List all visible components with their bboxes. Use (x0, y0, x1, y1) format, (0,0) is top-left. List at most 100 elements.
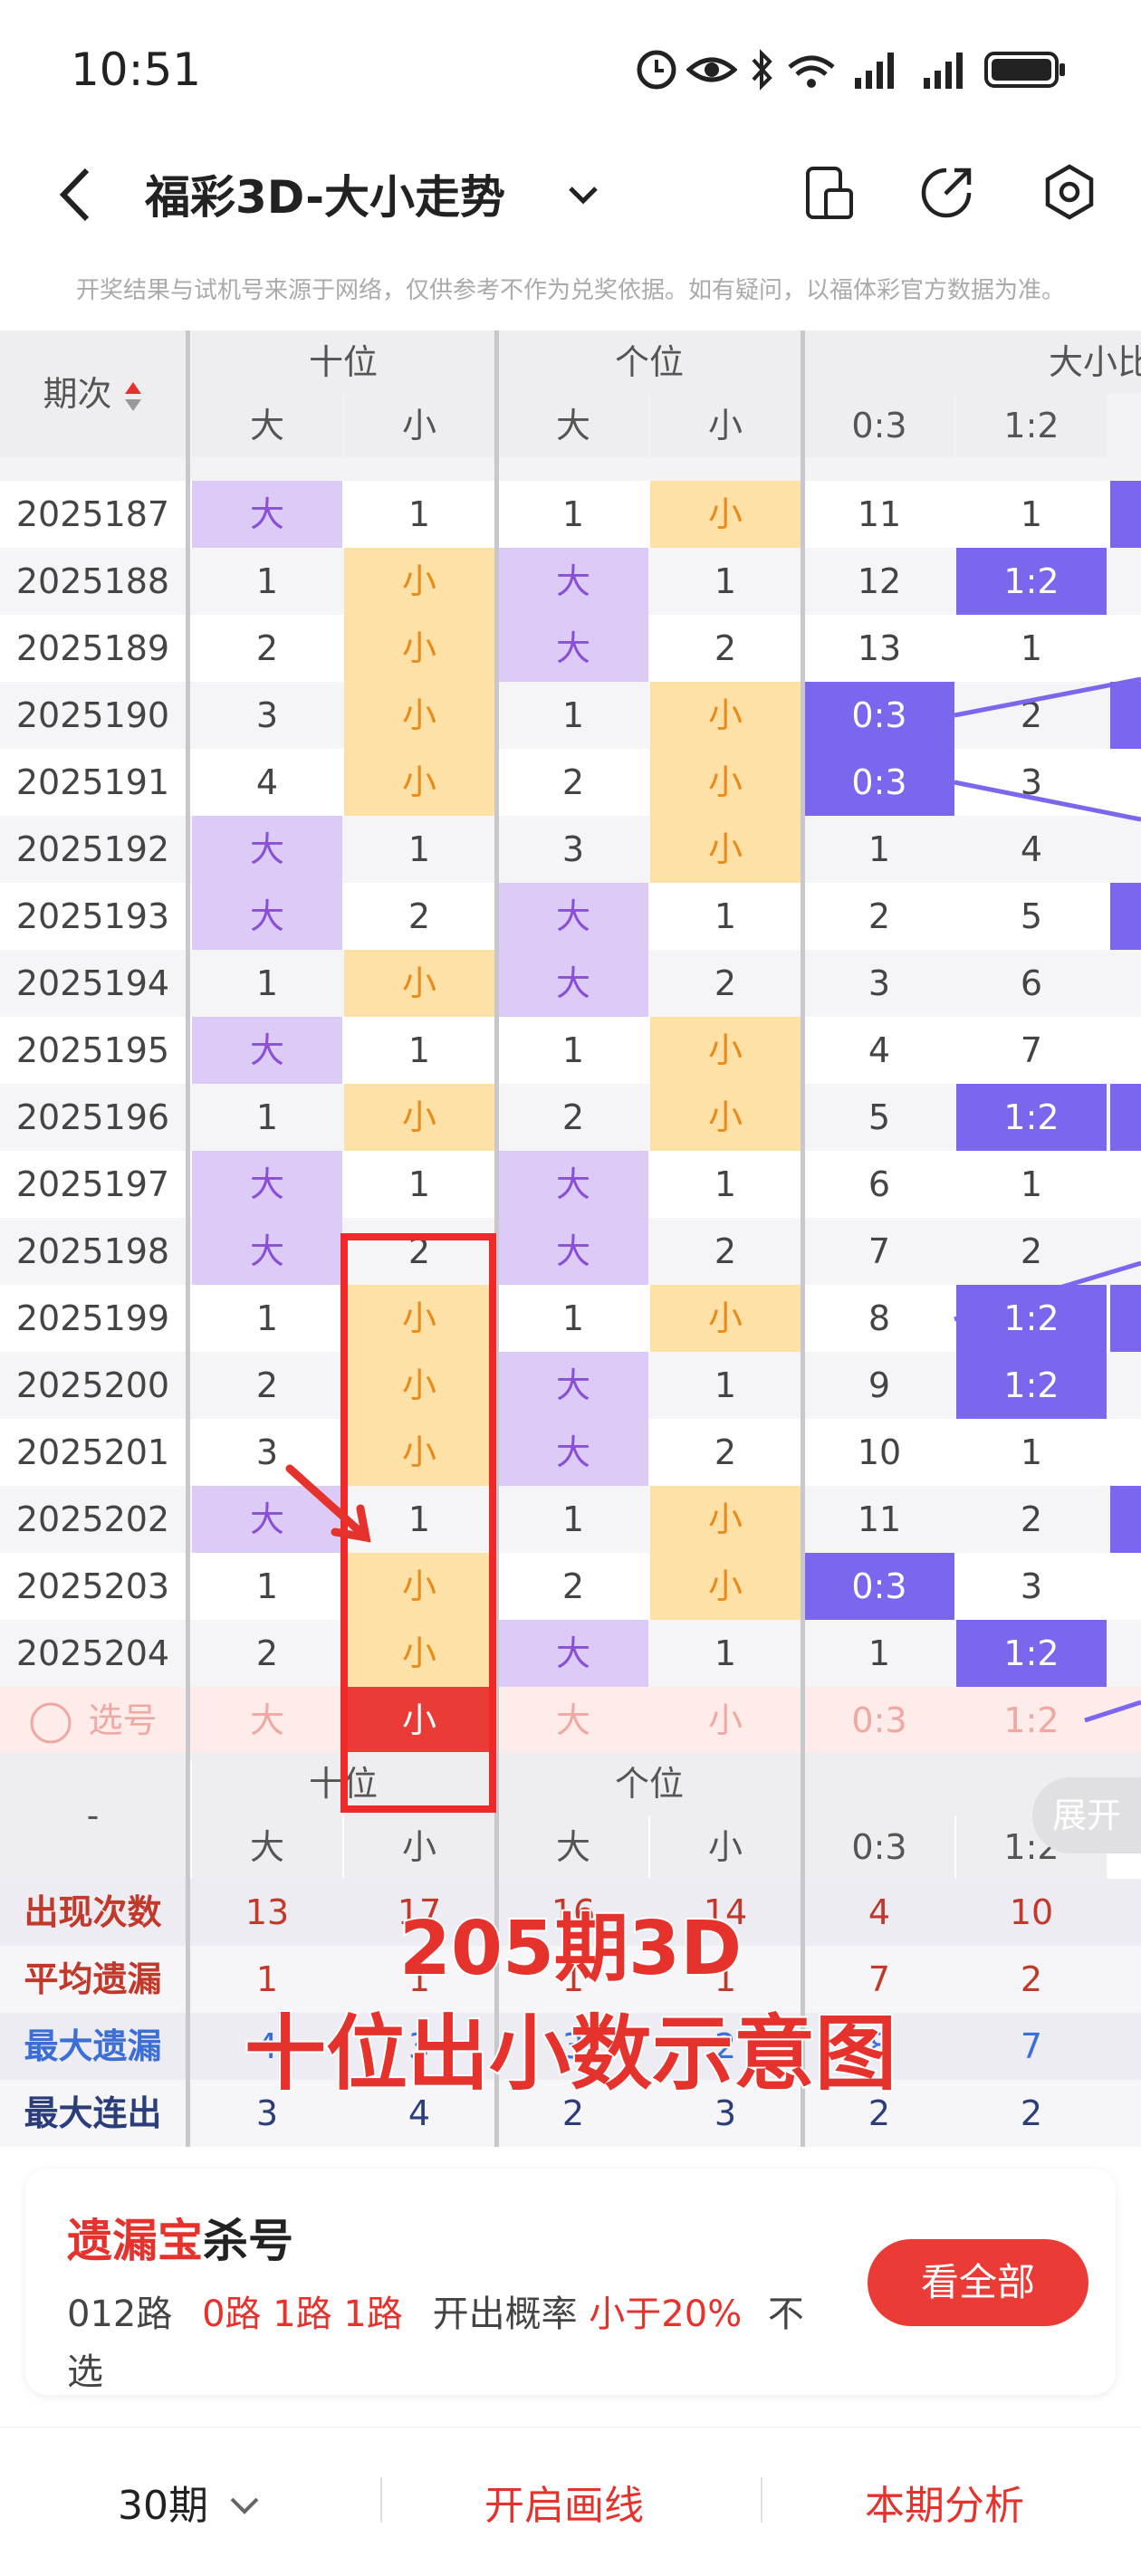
table-cell: 小 (650, 816, 801, 883)
table-cell: 小 (650, 1084, 801, 1151)
table-cell: 小 (344, 548, 494, 615)
table-cell: 1 (561, 695, 585, 735)
period-cell: 2025198 (15, 1231, 170, 1271)
group-header-ratio: 大小比 (804, 330, 1141, 394)
table-cell: 1 (255, 1566, 279, 1606)
table-cell: 大 (192, 816, 342, 883)
table-cell: 2 (255, 628, 279, 668)
card-title-text: 杀号 (203, 2215, 293, 2267)
view-all-button[interactable]: 看全部 (868, 2239, 1088, 2326)
table-cell: 大 (192, 883, 342, 950)
period-cell: 2025194 (15, 963, 170, 1003)
period-cell: 2025195 (15, 1030, 170, 1070)
table-cell: 2 (408, 896, 431, 936)
select-cell-3[interactable]: 小 (650, 1687, 801, 1754)
table-cell: 1 (408, 494, 431, 534)
stats-row-label: 最大遗漏 (24, 2026, 162, 2066)
eye-icon (686, 57, 737, 82)
sub-header-0: 大 (192, 394, 342, 457)
period-cell: 2025196 (15, 1097, 170, 1137)
bottom-bar: 30期 开启画线 本期分析 (0, 2427, 1141, 2576)
period-cell: 2025189 (15, 628, 170, 668)
settings-icon[interactable] (1041, 163, 1098, 223)
phone-switch-icon[interactable] (802, 163, 857, 225)
table-cell: 小 (650, 1017, 801, 1084)
overlay-title: 205期3D (398, 1904, 743, 1994)
table-cell: 小 (650, 749, 801, 816)
column-separator (186, 1752, 190, 2147)
table-cell: 1 (561, 494, 585, 534)
table-cell: 1 (714, 896, 737, 936)
analysis-button[interactable]: 本期分析 (865, 2473, 1024, 2531)
period-cell: 2025199 (15, 1298, 170, 1338)
prob-label: 开出概率 (432, 2294, 578, 2335)
select-number-toggle[interactable]: 选号 (0, 1687, 186, 1754)
back-icon[interactable] (53, 165, 98, 225)
sub-header-4: 0:3 (804, 394, 954, 457)
trend-line (954, 780, 1141, 822)
stats-row-label: 最大连出 (24, 2093, 162, 2133)
table-cell: 4 (255, 762, 279, 802)
table-cell: 大 (498, 1352, 648, 1419)
stats-cell: 2 (1020, 2093, 1043, 2133)
trend-lines (954, 676, 1141, 1723)
select-cell-0[interactable]: 大 (192, 1687, 342, 1754)
table-cell: 大 (498, 615, 648, 682)
draw-lines-button[interactable]: 开启画线 (484, 2473, 644, 2531)
table-cell: 1 (255, 1097, 279, 1137)
period-cell: 2025191 (15, 762, 170, 802)
suffix-1: 不 (767, 2294, 804, 2335)
period-cell: 2025204 (15, 1633, 170, 1673)
table-cell: 大 (498, 548, 648, 615)
stats-cell: 7 (1020, 2026, 1043, 2066)
period-cell: 2025200 (15, 1365, 170, 1405)
select-cell-2[interactable]: 大 (498, 1687, 648, 1754)
period-select[interactable]: 30期 (118, 2473, 263, 2531)
table-cell: 大 (498, 883, 648, 950)
table-cell: 2 (561, 1097, 585, 1137)
alarm-icon (637, 50, 676, 90)
prob-value: 小于20% (589, 2294, 743, 2335)
group-header-tens: 十位 (192, 330, 494, 394)
period-cell: 2025188 (15, 561, 170, 601)
stats-cell: 10 (1009, 1892, 1054, 1932)
table-cell: 小 (344, 749, 494, 816)
select-label: 选号 (88, 1700, 158, 1740)
trend-line (954, 1260, 1141, 1322)
stats-cell: 2 (1020, 1959, 1043, 1999)
period-cell: 2025190 (15, 695, 170, 735)
table-cell: 大 (192, 1151, 342, 1218)
share-icon[interactable] (918, 165, 974, 221)
stats-corner: - (0, 1752, 186, 1879)
table-cell: 2 (561, 762, 585, 802)
disclaimer-notice: 开奖结果与试机号来源于网络，仅供参考不作为兑奖依据。如有疑问，以福体彩官方数据为… (75, 277, 1065, 304)
table-cell: 小 (344, 950, 494, 1017)
table-cell: 大 (192, 1218, 342, 1285)
chevron-down-icon[interactable] (563, 177, 603, 214)
table-cell: 大 (192, 481, 342, 548)
table-cell: 1 (561, 1030, 585, 1070)
stats-subheader-4: 0:3 (804, 1815, 954, 1879)
sub-header-2: 大 (498, 394, 648, 457)
expand-button[interactable]: 展开 (1032, 1777, 1141, 1853)
divider (380, 2477, 382, 2523)
trend-line (1084, 1700, 1141, 1723)
table-cell: 2 (714, 963, 737, 1003)
table-cell: 1 (255, 963, 279, 1003)
period-cell: 2025202 (15, 1499, 170, 1539)
card-title: 遗漏宝杀号 (67, 2205, 293, 2270)
status-time: 10:51 (71, 43, 202, 96)
table-cell: 大 (498, 1419, 648, 1486)
divider (761, 2477, 762, 2523)
page-title[interactable]: 福彩3D-大小走势 (145, 161, 505, 226)
table-cell: 1 (714, 1365, 737, 1405)
sub-header-row: 大小大小 0:3 1:2 (0, 394, 1141, 457)
wifi-icon (788, 55, 835, 88)
signal-icon (855, 53, 894, 89)
table-cell: 大 (498, 1620, 648, 1687)
stats-subheader-3: 小 (650, 1815, 801, 1879)
table-cell: 2 (561, 1566, 585, 1606)
route-label: 012路 (67, 2294, 173, 2335)
table-cell: 1 (255, 1298, 279, 1338)
table-cell: 小 (650, 682, 801, 749)
